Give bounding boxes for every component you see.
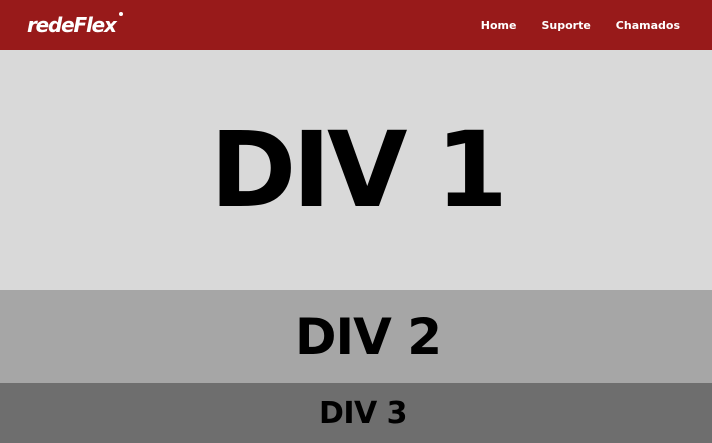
nav-link-chamados[interactable]: Chamados (616, 19, 680, 32)
brand-logo[interactable]: redeFlex (27, 12, 123, 37)
page: redeFlex Home Suporte Chamados DIV 1 DIV… (0, 0, 712, 443)
section-div-3: DIV 3 (0, 383, 712, 443)
section-div-2: DIV 2 (0, 290, 712, 383)
nav-link-suporte[interactable]: Suporte (541, 19, 590, 32)
top-navbar: redeFlex Home Suporte Chamados (0, 0, 712, 50)
brand-logo-text: redeFlex (27, 13, 117, 37)
logo-dot-icon (118, 12, 123, 16)
nav-link-home[interactable]: Home (481, 19, 517, 32)
section-div-2-label: DIV 2 (294, 307, 442, 366)
section-div-1: DIV 1 (0, 50, 712, 290)
section-div-3-label: DIV 3 (318, 395, 408, 431)
main-nav: Home Suporte Chamados (481, 19, 680, 32)
section-div-1-label: DIV 1 (209, 109, 508, 231)
